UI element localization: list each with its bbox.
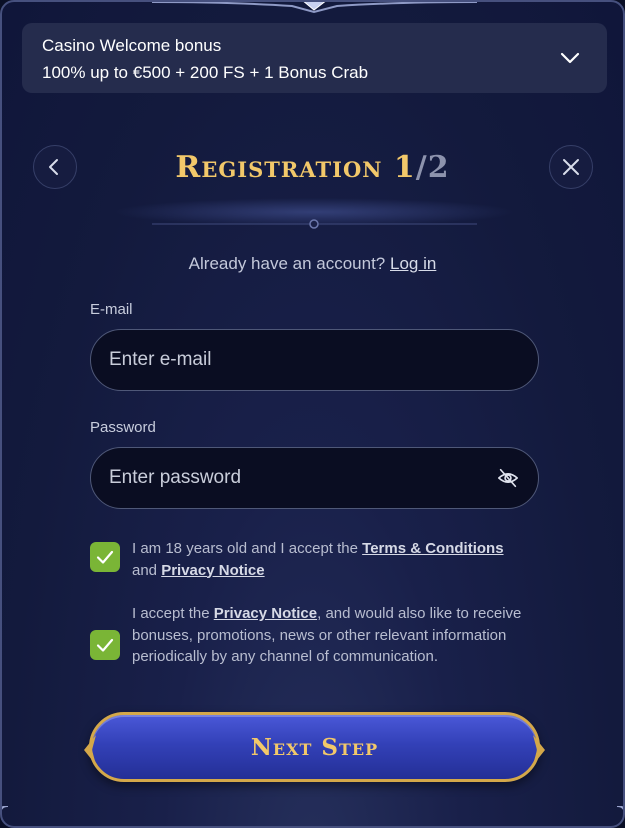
login-prompt-text: Already have an account? [188,254,386,273]
title-main: Registration 1 [175,150,416,185]
marketing-text-part: I accept the [132,605,214,622]
checkmark-icon [96,550,114,564]
registration-modal: Casino Welcome bonus 100% up to €500 + 2… [0,0,625,828]
password-field-wrapper [90,447,539,509]
button-ornament-icon [84,735,96,765]
login-prompt: Already have an account? Log in [2,252,623,276]
close-button[interactable] [549,145,593,189]
page-title: Registration 1/2 [2,148,623,188]
terms-text-part: I am 18 years old and I accept the [132,540,363,557]
password-label: Password [90,419,156,436]
top-ornament-icon [152,2,477,14]
eye-off-icon[interactable] [496,466,520,490]
bonus-title: Casino Welcome bonus [42,36,222,55]
title-divider-ornament-icon [114,198,514,229]
corner-ornament-icon [2,806,9,810]
terms-consent-text: I am 18 years old and I accept the Terms… [132,538,542,581]
checkmark-icon [96,638,114,652]
title-step-total: /2 [415,150,450,185]
corner-ornament-icon [616,806,623,810]
close-icon [563,159,579,175]
terms-conditions-link[interactable]: Terms & Conditions [362,540,503,557]
email-label: E-mail [90,301,133,318]
email-field-wrapper [90,329,539,391]
terms-checkbox[interactable] [90,542,120,572]
privacy-notice-link[interactable]: Privacy Notice [214,605,317,622]
button-ornament-icon [533,735,545,765]
privacy-notice-link[interactable]: Privacy Notice [161,562,264,579]
next-step-label: Next Step [250,733,379,761]
next-step-button[interactable]: Next Step [84,712,545,782]
marketing-consent-text: I accept the Privacy Notice, and would a… [132,603,542,668]
terms-text-part: and [132,561,162,579]
email-field[interactable] [109,349,520,371]
marketing-checkbox[interactable] [90,630,120,660]
login-link[interactable]: Log in [390,254,436,273]
password-field[interactable] [109,467,496,489]
bonus-selector[interactable]: Casino Welcome bonus 100% up to €500 + 2… [22,23,607,93]
chevron-down-icon[interactable] [559,47,581,69]
bonus-value: 100% up to €500 + 200 FS + 1 Bonus Crab [42,63,369,82]
